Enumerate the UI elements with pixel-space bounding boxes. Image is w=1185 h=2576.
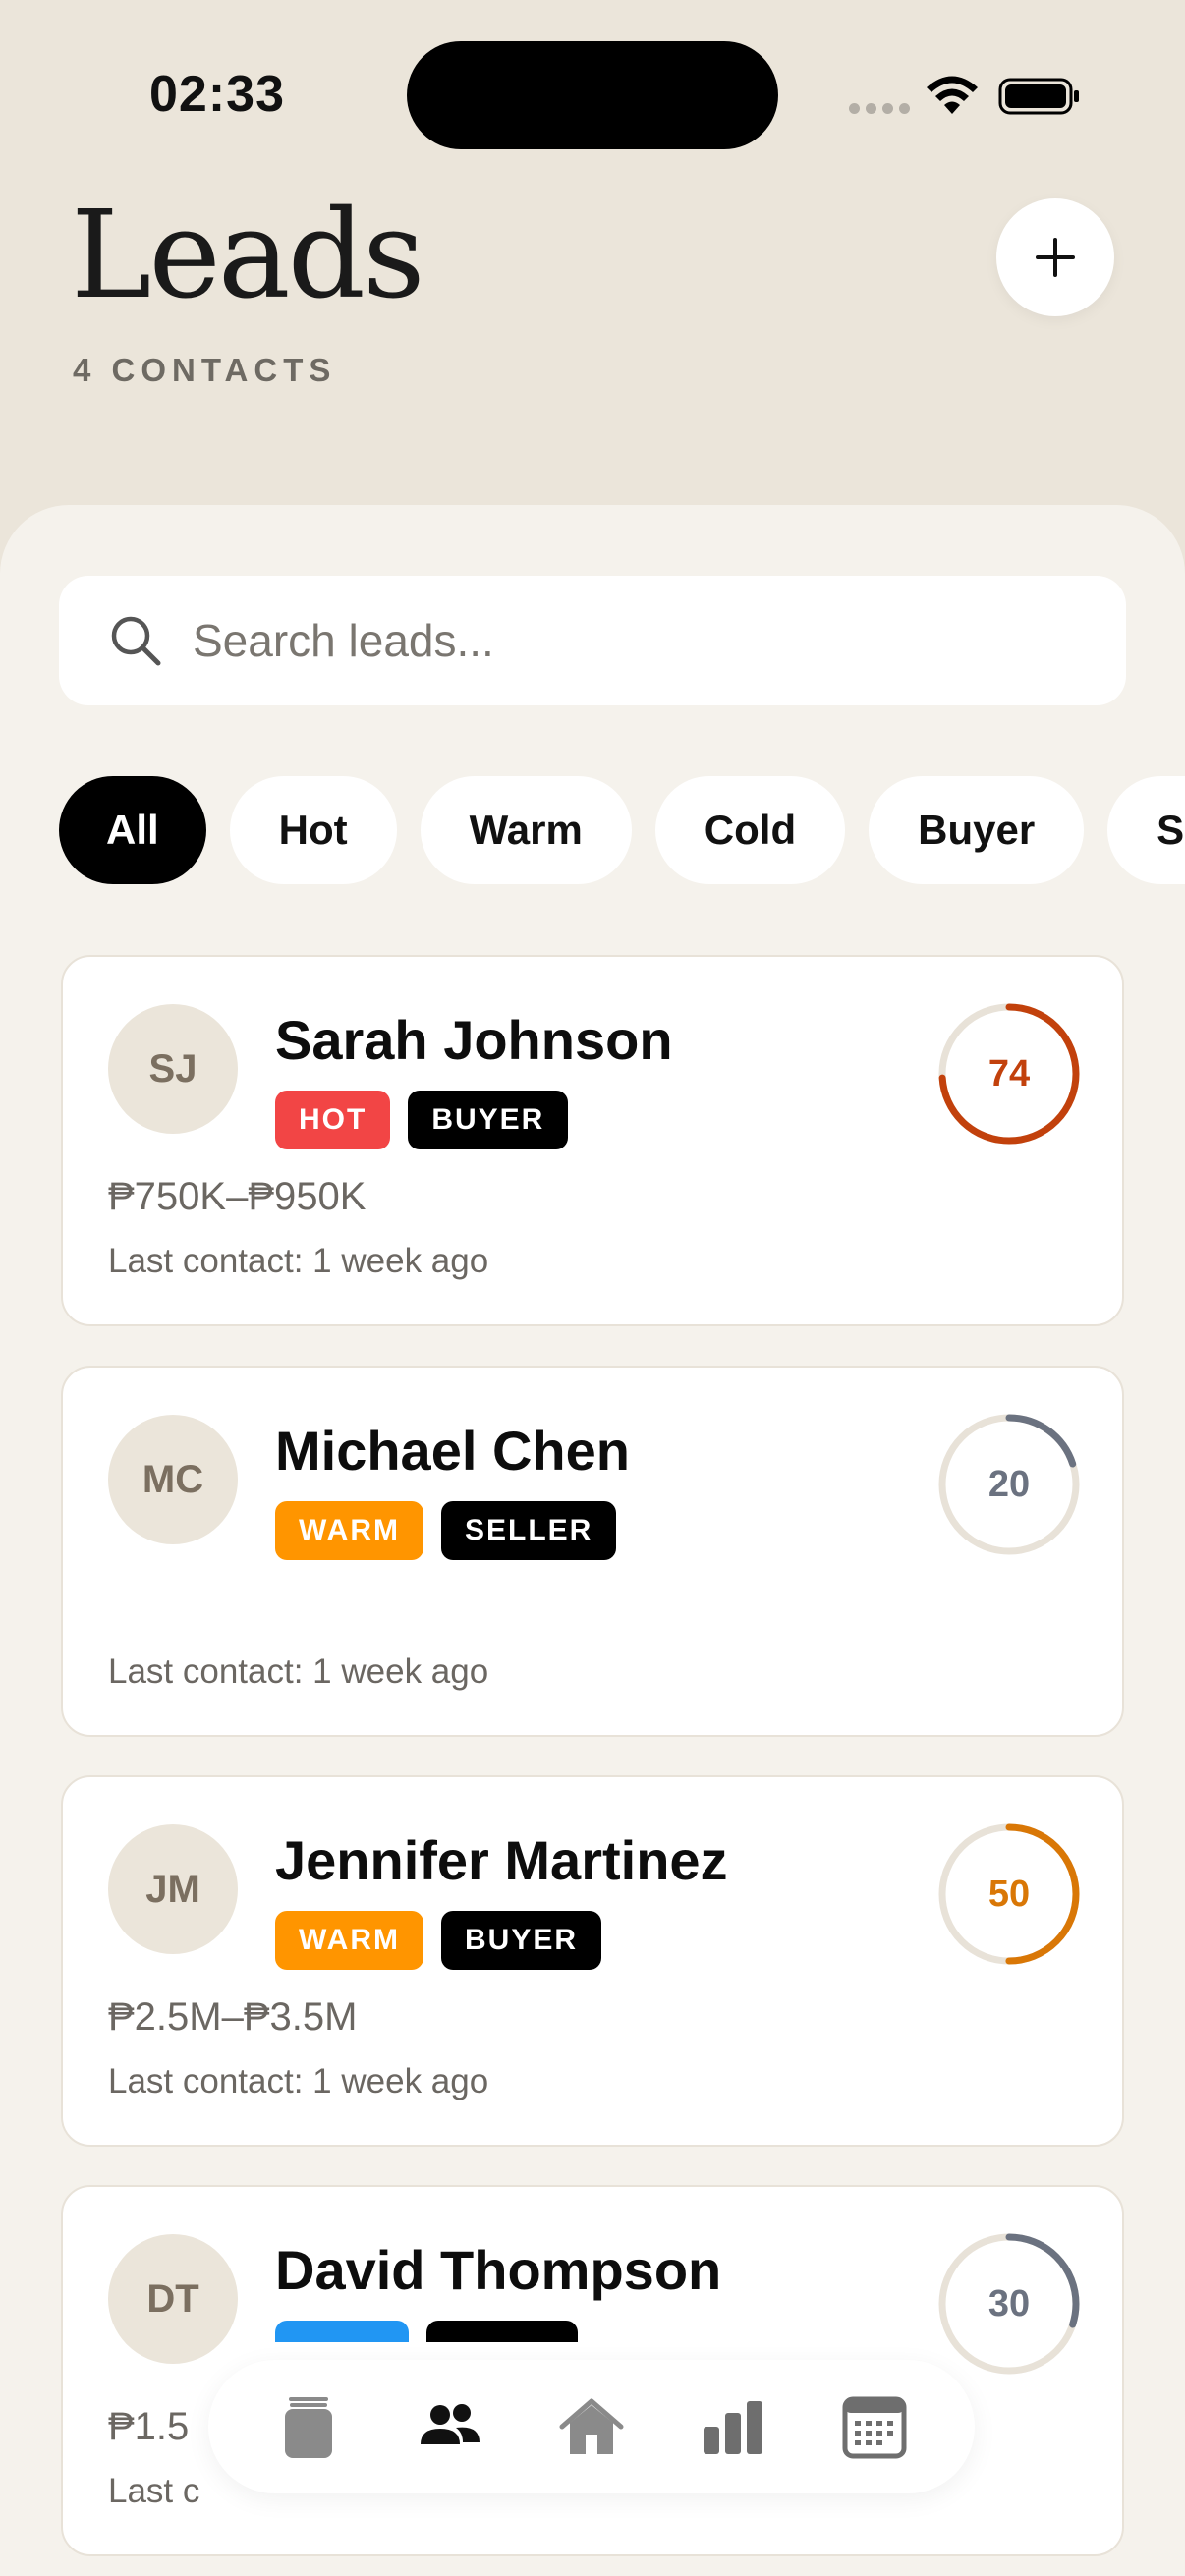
dynamic-island	[407, 41, 778, 149]
filter-chip-cold[interactable]: Cold	[654, 776, 846, 884]
page-title: Leads	[71, 185, 425, 326]
calendar-icon	[842, 2396, 907, 2459]
last-contact: Last contact: 1 week ago	[108, 1242, 489, 1280]
score-ring: 20	[935, 1411, 1083, 1558]
temperature-badge: WARM	[275, 1911, 423, 1970]
filter-chip-warm[interactable]: Warm	[420, 776, 632, 884]
type-badge	[426, 2321, 578, 2342]
filter-chips: All Hot Warm Cold Buyer Seller	[59, 776, 1185, 884]
jar-icon	[285, 2397, 332, 2458]
temperature-badge: HOT	[275, 1091, 391, 1149]
last-contact: Last contact: 1 week ago	[108, 1652, 489, 1691]
avatar: JM	[108, 1824, 238, 1954]
add-lead-button[interactable]	[996, 198, 1114, 316]
score-ring: 30	[935, 2230, 1083, 2378]
lead-score: 20	[988, 1463, 1031, 1505]
lead-tags	[275, 2321, 578, 2342]
budget-range: ₱1.5	[108, 2405, 190, 2448]
avatar: SJ	[108, 1004, 238, 1134]
tab-leads[interactable]	[396, 2373, 504, 2481]
plus-icon	[1036, 238, 1075, 277]
avatar: DT	[108, 2234, 238, 2364]
lead-tags: WARM BUYER	[275, 1911, 601, 1970]
filter-chip-seller[interactable]: Seller	[1107, 776, 1185, 884]
filter-chip-buyer[interactable]: Buyer	[869, 776, 1085, 884]
filter-chip-hot[interactable]: Hot	[229, 776, 397, 884]
search-input[interactable]	[193, 614, 1057, 667]
people-icon	[421, 2404, 480, 2444]
tab-jar[interactable]	[254, 2373, 363, 2481]
type-badge: BUYER	[408, 1091, 569, 1149]
contacts-count: 4 CONTACTS	[73, 352, 337, 388]
filter-chip-all[interactable]: All	[59, 776, 206, 884]
bar-chart-icon	[704, 2401, 762, 2454]
tab-properties[interactable]	[537, 2373, 646, 2481]
search-icon	[111, 616, 161, 666]
search-bar[interactable]	[59, 576, 1126, 705]
lead-score: 30	[988, 2282, 1031, 2324]
avatar: MC	[108, 1415, 238, 1544]
tab-calendar[interactable]	[820, 2373, 929, 2481]
last-contact: Last contact: 1 week ago	[108, 2062, 489, 2100]
lead-name: David Thompson	[275, 2239, 722, 2301]
lead-name: Sarah Johnson	[275, 1009, 673, 1071]
score-ring: 50	[935, 1820, 1083, 1968]
budget-range: ₱2.5M–₱3.5M	[108, 1995, 358, 2039]
score-ring: 74	[935, 1000, 1083, 1148]
temperature-badge: WARM	[275, 1501, 423, 1560]
type-badge: BUYER	[440, 1911, 601, 1970]
lead-name: Michael Chen	[275, 1420, 630, 1482]
status-time: 02:33	[149, 66, 285, 123]
budget-range: ₱750K–₱950K	[108, 1175, 367, 1218]
lead-score: 50	[988, 1873, 1031, 1915]
last-contact: Last c	[108, 2472, 200, 2510]
cellular-signal-icon	[849, 103, 910, 114]
tab-bar	[208, 2360, 975, 2493]
lead-card[interactable]: SJ Sarah Johnson HOT BUYER ₱750K–₱950K L…	[61, 955, 1124, 1326]
lead-tags: WARM SELLER	[275, 1501, 617, 1560]
lead-card[interactable]: MC Michael Chen WARM SELLER Last contact…	[61, 1366, 1124, 1737]
battery-icon	[998, 78, 1079, 115]
temperature-badge	[275, 2321, 409, 2342]
type-badge: SELLER	[440, 1501, 617, 1560]
lead-tags: HOT BUYER	[275, 1091, 569, 1149]
lead-card[interactable]: JM Jennifer Martinez WARM BUYER ₱2.5M–₱3…	[61, 1775, 1124, 2147]
lead-name: Jennifer Martinez	[275, 1829, 728, 1891]
house-icon	[559, 2398, 624, 2454]
wifi-icon	[927, 76, 978, 114]
tab-analytics[interactable]	[679, 2373, 787, 2481]
lead-score: 74	[988, 1052, 1031, 1094]
